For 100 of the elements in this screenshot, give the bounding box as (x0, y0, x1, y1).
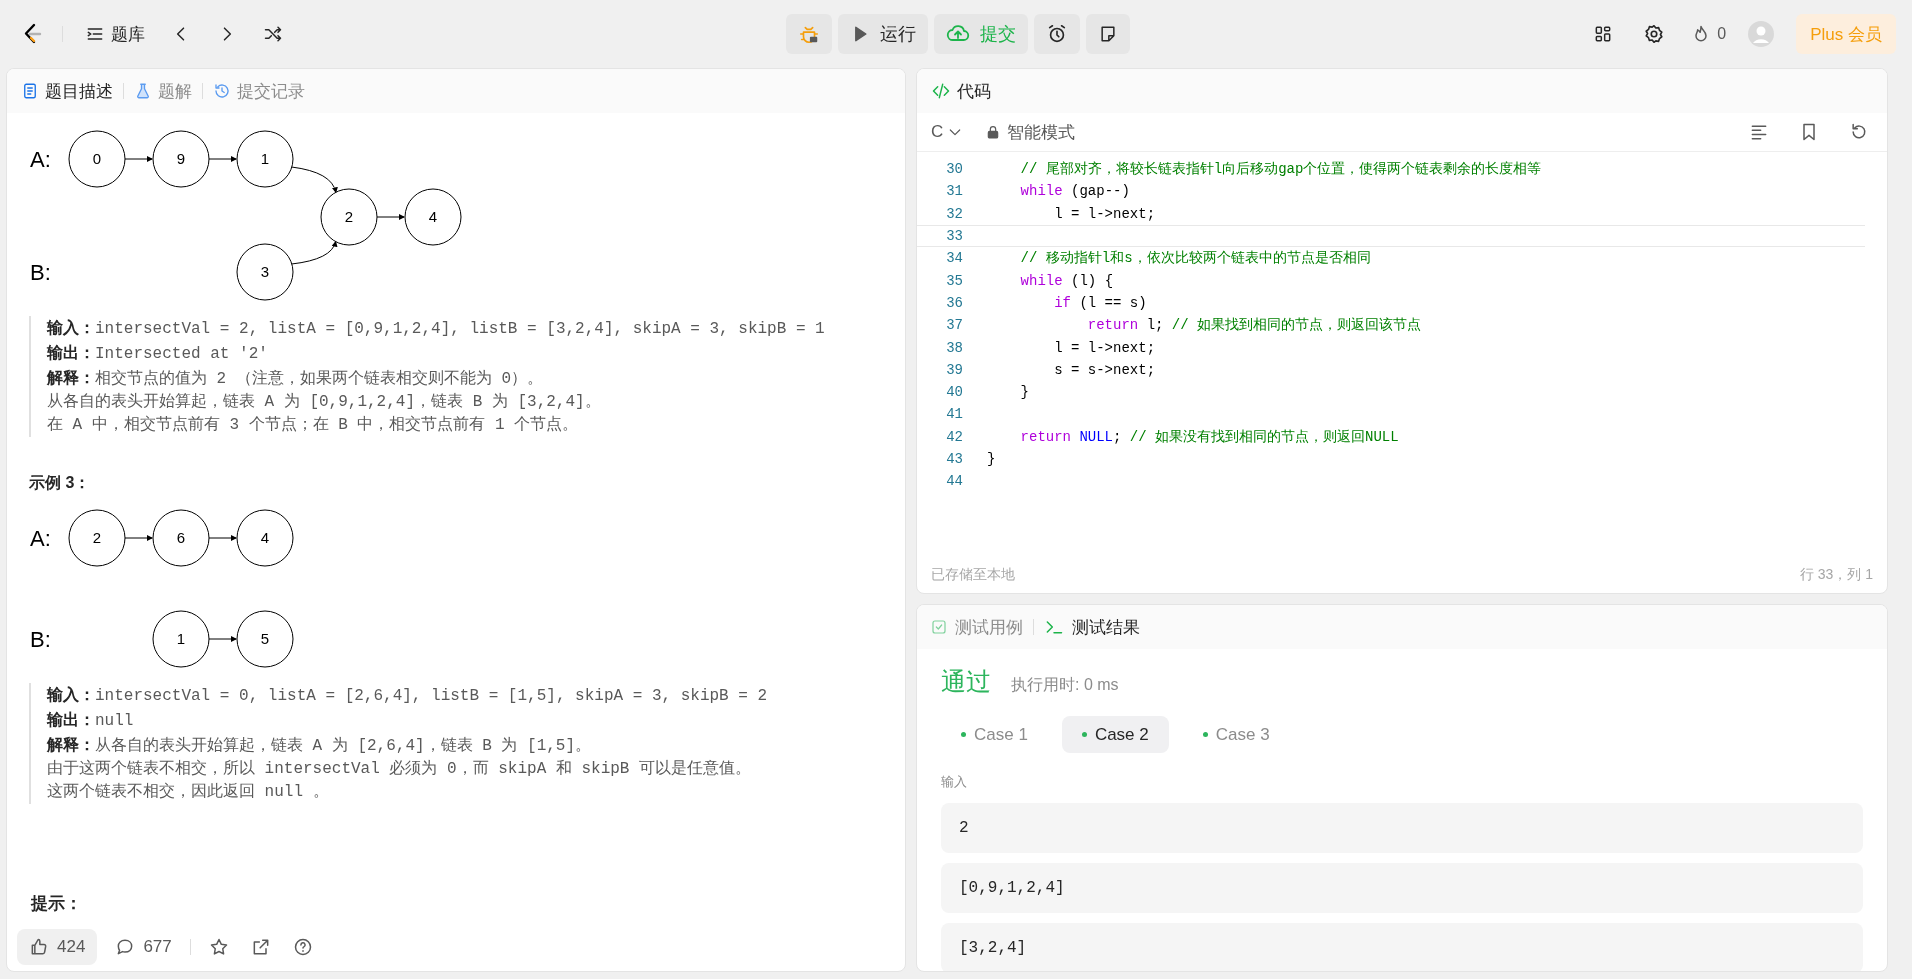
example-line: 输出：null (47, 710, 135, 732)
line-number: 41 (945, 406, 963, 423)
arrow (124, 535, 153, 541)
language-dropdown[interactable]: C (931, 122, 964, 142)
code-icon (931, 81, 951, 101)
list-node: 4 (236, 509, 294, 567)
input-value: [0,9,1,2,4] (941, 863, 1863, 913)
code-line: if (l == s) (1053, 294, 1147, 311)
example-line: 解释：从各自的表头开始算起，链表 A 为 [2,6,4]，链表 B 为 [1,5]。 (47, 735, 593, 757)
save-status: 已存储至本地 (931, 566, 1015, 584)
arrow (124, 156, 153, 162)
line-number: 35 (945, 272, 963, 289)
case-tab[interactable]: Case 3 (1182, 716, 1290, 753)
timer-button[interactable] (1034, 14, 1080, 54)
line-number: 32 (945, 205, 963, 222)
align-left-icon (1749, 122, 1769, 142)
panel-tab[interactable]: 测试结果 (1044, 615, 1140, 639)
line-number: 43 (945, 451, 963, 467)
code-line: l = l->next; (1053, 205, 1156, 222)
problem-list-button[interactable]: 题库 (81, 16, 149, 52)
list-node: 9 (152, 130, 210, 188)
example-line: 由于这两个链表不相交，所以 intersectVal 必须为 0，而 skipA 和 skipB 可以是任意值。 (47, 758, 753, 780)
input-value: [3,2,4] (941, 923, 1863, 971)
line-number: 44 (945, 473, 963, 490)
code-line: } (1019, 384, 1029, 401)
star-icon (208, 937, 229, 957)
list-label: B: (30, 260, 51, 285)
line-number: 42 (945, 428, 963, 445)
runtime: 执行用时: 0 ms (1011, 675, 1119, 695)
note-icon (1098, 24, 1118, 44)
example-line: 输入：intersectVal = 0, listA = [2,6,4], listB = [1,5], skipA = 3, skipB = 2 (47, 685, 769, 707)
arrow (208, 156, 237, 162)
case-tab[interactable]: Case 1 (941, 716, 1048, 753)
example-line: 在 A 中，相交节点前有 3 个节点；在 B 中，相交节点前有 1 个节点。 (47, 414, 580, 436)
panel-tab[interactable]: 测试用例 (931, 615, 1023, 639)
line-number: 37 (945, 317, 963, 334)
list-node: 5 (236, 610, 294, 668)
panel-title: 代码 (957, 80, 991, 103)
code-line: while (l) { (1019, 272, 1114, 289)
hints-heading: 提示： (31, 893, 83, 915)
list-node: 4 (404, 188, 462, 246)
code-line: l = l->next; (1053, 339, 1156, 356)
list-node: 0 (68, 130, 126, 188)
arrow (208, 535, 237, 541)
example-line: 输出：Intersected at '2' (47, 343, 269, 365)
arrow (291, 166, 338, 194)
verdict: 通过 (941, 666, 991, 697)
code-line: // 尾部对齐，将较长链表指针l向后移动gap个位置，使得两个链表剩余的长度相等 (1019, 160, 1542, 179)
checkbox-icon (931, 619, 947, 635)
list-label: A: (30, 526, 51, 551)
line-number: 40 (945, 384, 963, 401)
case-tab[interactable]: Case 2 (1061, 716, 1169, 753)
help-icon (292, 937, 313, 957)
streak-count: 0 (1717, 25, 1727, 43)
flask-icon (134, 82, 152, 100)
arrow (208, 636, 237, 642)
list-node: 1 (236, 130, 294, 188)
shuffle-icon (263, 24, 283, 44)
arrow (376, 214, 405, 220)
list-node: 1 (152, 610, 210, 668)
history-icon (213, 82, 231, 100)
panel-tab[interactable]: 题解 (134, 79, 192, 103)
line-number: 36 (945, 294, 963, 311)
cursor-position: 行 33，列 1 (1799, 566, 1873, 584)
example-line: 这两个链表不相交，因此返回 null 。 (47, 781, 330, 803)
list-node: 2 (320, 188, 378, 246)
line-number: 33 (945, 228, 963, 245)
code-line: while (gap--) (1019, 183, 1130, 200)
line-number: 38 (945, 339, 963, 356)
input-label: 输入 (941, 773, 968, 791)
notes-button[interactable] (1086, 14, 1130, 54)
line-number: 39 (945, 361, 963, 378)
code-line: // 移动指针l和s，依次比较两个链表中的节点是否相同 (1019, 249, 1371, 268)
like-button[interactable]: 424 (17, 929, 98, 965)
list-node: 2 (68, 509, 126, 567)
line-number: 30 (945, 161, 963, 178)
line-number: 31 (945, 183, 963, 200)
code-line: } (987, 451, 996, 467)
list-label: A: (30, 147, 51, 172)
code-line: return l; // 如果找到相同的节点，则返回该节点 (1086, 316, 1422, 335)
input-value: 2 (941, 803, 1863, 853)
alarm-clock-icon (1046, 23, 1068, 45)
editor-mode: 智能模式 (1007, 121, 1076, 144)
settings-icon (1643, 23, 1666, 45)
list-label: B: (30, 627, 51, 652)
example-line: 从各自的表头开始算起，链表 A 为 [0,9,1,2,4]，链表 B 为 [3,2,4]。 (47, 392, 602, 413)
code-line: return NULL; // 如果没有找到相同的节点，则返回NULL (1019, 427, 1399, 446)
panel-tab[interactable]: 题目描述 (21, 79, 113, 103)
document-icon (21, 82, 39, 100)
comments-button[interactable]: 677 (111, 933, 176, 961)
example-line: 输入：intersectVal = 2, listA = [0,9,1,2,4], listB = [3,2,4], skipA = 3, skipB = 1 (47, 318, 826, 340)
code-line: s = s->next; (1053, 361, 1156, 378)
example-line: 解释：相交节点的值为 2 （注意，如果两个链表相交则不能为 0）。 (47, 368, 544, 390)
list-node: 6 (152, 509, 210, 567)
line-number: 34 (945, 250, 963, 267)
arrow (291, 240, 337, 265)
run-button[interactable]: 运行 (838, 14, 928, 54)
list-node: 3 (236, 243, 294, 301)
panel-tab[interactable]: 提交记录 (213, 79, 305, 103)
example-heading: 示例 3： (29, 473, 92, 493)
